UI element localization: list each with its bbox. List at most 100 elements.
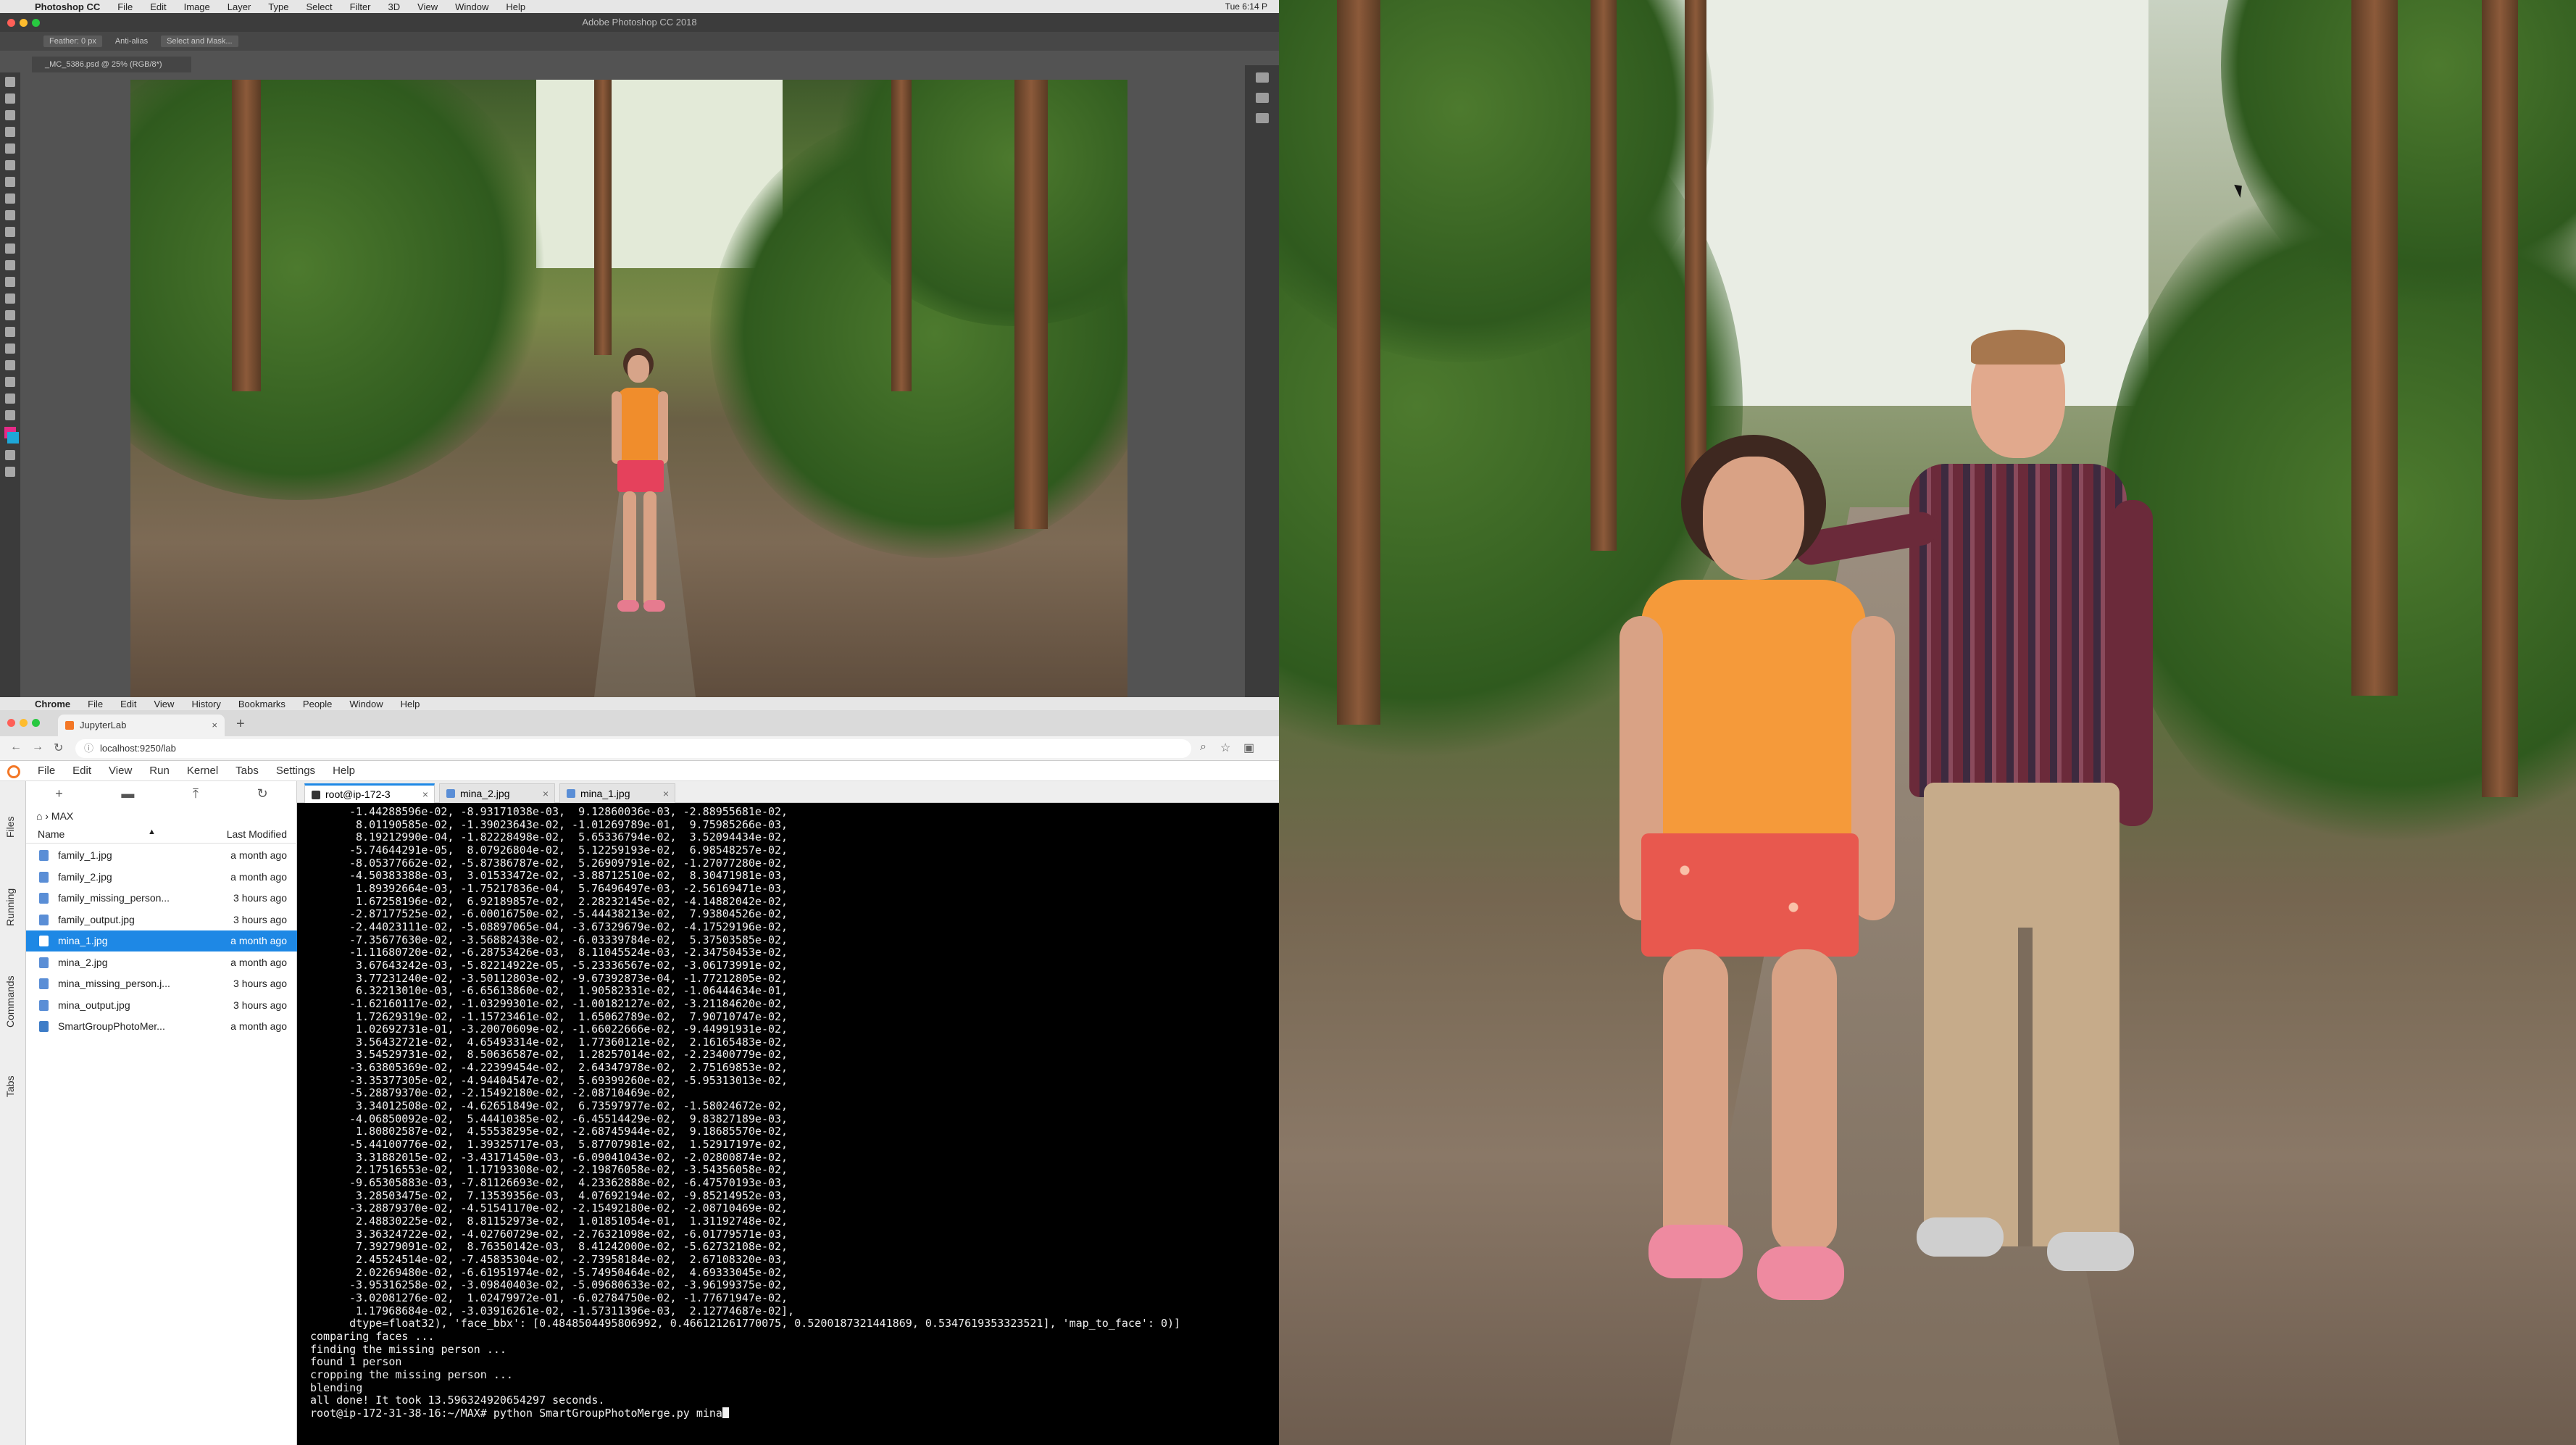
brush-tool-icon[interactable] <box>5 193 15 204</box>
file-row[interactable]: family_missing_person... 3 hours ago <box>26 888 297 909</box>
jl-menu-view[interactable]: View <box>109 765 132 777</box>
menu-view[interactable]: View <box>417 1 438 12</box>
ps-document-canvas[interactable] <box>130 80 1127 697</box>
sidebar-tab-commands[interactable]: Commands <box>4 975 16 1028</box>
tab-mina-2[interactable]: mina_2.jpg × <box>439 783 555 803</box>
jl-menu-edit[interactable]: Edit <box>72 765 91 777</box>
dodge-tool-icon[interactable] <box>5 293 15 304</box>
file-row[interactable]: family_2.jpg a month ago <box>26 867 297 888</box>
close-tab-icon[interactable]: × <box>212 715 217 736</box>
zoom-tool-icon[interactable] <box>5 393 15 404</box>
shape-tool-icon[interactable] <box>5 360 15 370</box>
menu-bookmarks[interactable]: Bookmarks <box>238 699 285 709</box>
menu-file[interactable]: File <box>88 699 103 709</box>
jl-menu-settings[interactable]: Settings <box>276 765 315 777</box>
tab-mina-1[interactable]: mina_1.jpg × <box>559 783 675 803</box>
zoom-window-button[interactable] <box>32 719 40 727</box>
menu-help[interactable]: Help <box>506 1 525 12</box>
file-row[interactable]: mina_2.jpg a month ago <box>26 952 297 973</box>
sort-ascending-icon[interactable]: ▲ <box>148 828 156 836</box>
menu-file[interactable]: File <box>117 1 133 12</box>
minimize-window-button[interactable] <box>20 19 28 27</box>
file-row[interactable]: family_output.jpg 3 hours ago <box>26 909 297 930</box>
close-tab-icon[interactable]: × <box>422 786 428 803</box>
eraser-tool-icon[interactable] <box>5 243 15 254</box>
history-brush-tool-icon[interactable] <box>5 227 15 237</box>
file-row[interactable]: mina_missing_person.j... 3 hours ago <box>26 973 297 994</box>
path-select-tool-icon[interactable] <box>5 343 15 354</box>
reload-icon[interactable]: ↻ <box>54 741 63 755</box>
select-and-mask-button[interactable]: Select and Mask... <box>161 36 238 47</box>
move-tool-icon[interactable] <box>5 77 15 87</box>
upload-icon[interactable]: ⤒ <box>193 786 199 801</box>
jl-menu-tabs[interactable]: Tabs <box>235 765 259 777</box>
refresh-icon[interactable]: ↻ <box>257 786 268 801</box>
menu-history[interactable]: History <box>191 699 220 709</box>
menu-layer[interactable]: Layer <box>228 1 251 12</box>
background-color-swatch[interactable] <box>7 432 19 444</box>
marquee-tool-icon[interactable] <box>5 93 15 104</box>
blur-tool-icon[interactable] <box>5 277 15 287</box>
menu-image[interactable]: Image <box>184 1 210 12</box>
jl-menu-run[interactable]: Run <box>149 765 170 777</box>
layers-panel-icon[interactable] <box>1255 93 1269 103</box>
menu-type[interactable]: Type <box>268 1 288 12</box>
bookmark-star-icon[interactable]: ☆ <box>1220 741 1230 755</box>
menu-window[interactable]: Window <box>455 1 488 12</box>
menu-chrome[interactable]: Chrome <box>35 699 70 709</box>
lasso-tool-icon[interactable] <box>5 110 15 120</box>
menu-view[interactable]: View <box>154 699 174 709</box>
file-row[interactable]: mina_output.jpg 3 hours ago <box>26 995 297 1016</box>
eyedropper-tool-icon[interactable] <box>5 160 15 170</box>
address-bar[interactable]: ⓘ localhost:9250/lab <box>75 739 1191 758</box>
menu-help[interactable]: Help <box>401 699 420 709</box>
tab-terminal[interactable]: root@ip-172-3 × <box>304 783 435 803</box>
site-info-icon[interactable]: ⓘ <box>84 739 93 758</box>
close-window-button[interactable] <box>7 719 15 727</box>
feather-field[interactable]: Feather: 0 px <box>43 36 102 47</box>
close-window-button[interactable] <box>7 19 15 27</box>
menu-select[interactable]: Select <box>306 1 332 12</box>
crop-tool-icon[interactable] <box>5 143 15 154</box>
new-tab-button[interactable]: + <box>236 716 245 733</box>
more-tools-icon[interactable] <box>5 410 15 420</box>
column-last-modified[interactable]: Last Modified <box>227 828 287 840</box>
sidebar-tab-running[interactable]: Running <box>4 888 16 926</box>
breadcrumb-folder[interactable]: MAX <box>51 810 73 822</box>
terminal-output[interactable]: -1.44288596e-02, -8.93171038e-03, 9.1286… <box>297 803 1279 1445</box>
quick-select-tool-icon[interactable] <box>5 127 15 137</box>
antialias-checkbox[interactable]: Anti-alias <box>115 37 148 46</box>
zoom-window-button[interactable] <box>32 19 40 27</box>
adjustments-panel-icon[interactable] <box>1255 113 1269 123</box>
browser-tab-jupyterlab[interactable]: JupyterLab × <box>58 715 225 736</box>
type-tool-icon[interactable] <box>5 327 15 337</box>
jl-menu-file[interactable]: File <box>38 765 55 777</box>
home-icon[interactable]: ⌂ <box>36 810 42 822</box>
back-arrow-icon[interactable]: ← <box>10 741 22 754</box>
menu-filter[interactable]: Filter <box>350 1 371 12</box>
extension-icon[interactable]: ▣ <box>1243 741 1254 755</box>
healing-tool-icon[interactable] <box>5 177 15 187</box>
screen-mode-icon[interactable] <box>5 467 15 477</box>
hand-tool-icon[interactable] <box>5 377 15 387</box>
menu-app-name[interactable]: Photoshop CC <box>35 1 100 12</box>
new-launcher-button[interactable]: + <box>55 786 63 801</box>
properties-panel-icon[interactable] <box>1255 72 1269 83</box>
close-tab-icon[interactable]: × <box>543 784 549 804</box>
menu-edit[interactable]: Edit <box>150 1 166 12</box>
minimize-window-button[interactable] <box>20 719 28 727</box>
menu-window[interactable]: Window <box>349 699 383 709</box>
gradient-tool-icon[interactable] <box>5 260 15 270</box>
file-row[interactable]: mina_1.jpg a month ago <box>26 930 297 951</box>
jl-menu-kernel[interactable]: Kernel <box>187 765 218 777</box>
stamp-tool-icon[interactable] <box>5 210 15 220</box>
quick-mask-icon[interactable] <box>5 450 15 460</box>
new-folder-icon[interactable]: ▬ <box>121 786 134 801</box>
column-name[interactable]: Name <box>38 828 64 840</box>
file-row[interactable]: SmartGroupPhotoMer... a month ago <box>26 1016 297 1037</box>
pen-tool-icon[interactable] <box>5 310 15 320</box>
jl-menu-help[interactable]: Help <box>333 765 355 777</box>
forward-arrow-icon[interactable]: → <box>32 741 43 754</box>
zoom-icon[interactable]: ⌕ <box>1200 741 1206 754</box>
close-tab-icon[interactable]: × <box>663 784 669 804</box>
